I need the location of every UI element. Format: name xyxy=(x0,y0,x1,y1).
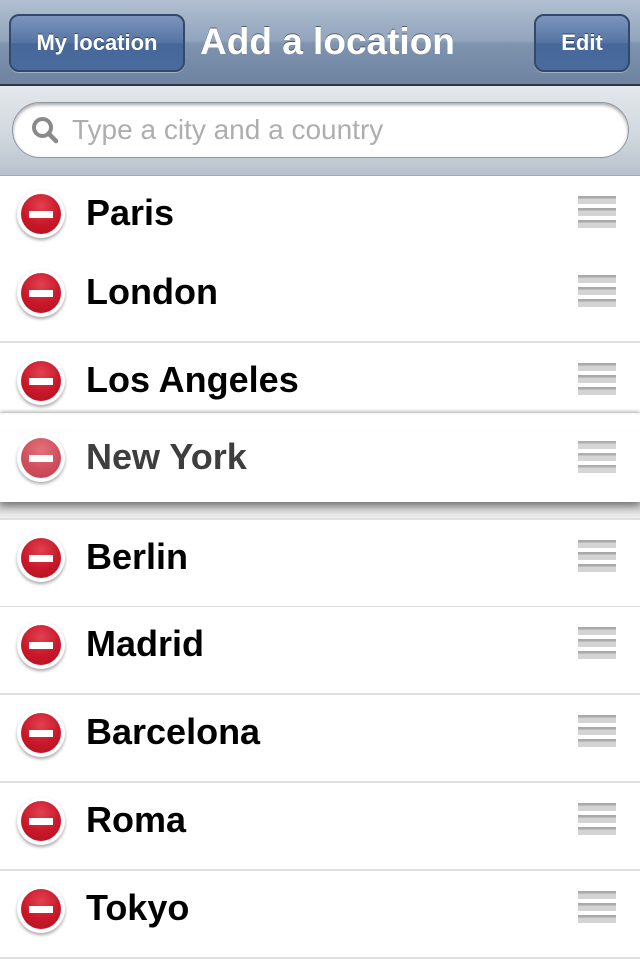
delete-minus-icon[interactable] xyxy=(17,534,65,582)
reorder-grip-icon[interactable] xyxy=(578,275,616,307)
reorder-grip-icon[interactable] xyxy=(578,715,616,747)
drag-placeholder-gap xyxy=(0,502,640,520)
navigation-bar: My location Add a location Edit xyxy=(0,0,640,86)
reorder-grip-icon[interactable] xyxy=(578,363,616,395)
page-title: Add a location xyxy=(200,21,455,62)
delete-minus-icon[interactable] xyxy=(17,190,65,238)
delete-minus-icon[interactable] xyxy=(17,357,65,405)
location-name: Tokyo xyxy=(86,887,190,928)
location-name: Berlin xyxy=(86,536,189,577)
location-row[interactable]: Madrid xyxy=(0,607,640,695)
my-location-button[interactable]: My location xyxy=(9,14,185,72)
location-row[interactable]: London xyxy=(0,255,640,343)
location-name: New York xyxy=(86,436,247,477)
reorder-grip-icon[interactable] xyxy=(578,627,616,659)
delete-minus-icon[interactable] xyxy=(17,885,65,933)
delete-minus-icon[interactable] xyxy=(17,269,65,317)
location-name: Barcelona xyxy=(86,711,261,752)
reorder-grip-icon[interactable] xyxy=(578,803,616,835)
search-field[interactable] xyxy=(12,102,629,158)
reorder-grip-icon[interactable] xyxy=(578,891,616,923)
reorder-grip-icon[interactable] xyxy=(578,540,616,572)
search-bar xyxy=(0,86,640,176)
location-row[interactable]: Tokyo xyxy=(0,871,640,959)
delete-minus-icon[interactable] xyxy=(17,709,65,757)
location-row-dragging[interactable]: New York xyxy=(0,413,640,502)
location-name: Roma xyxy=(86,799,187,840)
location-name: Paris xyxy=(86,192,175,233)
search-input[interactable] xyxy=(72,114,572,146)
location-row[interactable]: Paris xyxy=(0,176,640,264)
location-row[interactable]: Berlin xyxy=(0,520,640,608)
delete-minus-icon[interactable] xyxy=(17,797,65,845)
location-row[interactable]: Roma xyxy=(0,783,640,871)
reorder-grip-icon[interactable] xyxy=(578,441,616,473)
location-name: Madrid xyxy=(86,623,205,664)
location-name: Los Angeles xyxy=(86,359,299,400)
delete-minus-icon[interactable] xyxy=(17,434,65,482)
location-name: London xyxy=(86,271,218,312)
search-icon xyxy=(32,117,59,144)
location-row[interactable]: Barcelona xyxy=(0,695,640,783)
delete-minus-icon[interactable] xyxy=(17,621,65,669)
reorder-grip-icon[interactable] xyxy=(578,196,616,228)
edit-button[interactable]: Edit xyxy=(534,14,630,72)
